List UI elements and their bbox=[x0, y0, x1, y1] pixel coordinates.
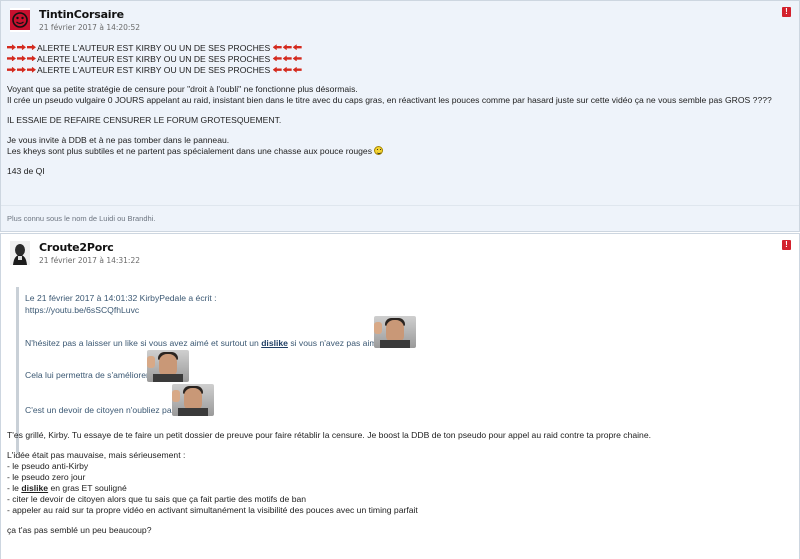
right-arrows-icon bbox=[7, 53, 37, 64]
quote-line: C'est un devoir de citoyen n'oubliez pas bbox=[25, 405, 176, 415]
left-arrows-icon bbox=[272, 53, 303, 64]
post-paragraph: L'idée était pas mauvaise, mais sérieuse… bbox=[7, 450, 186, 460]
quote-line: N'hésitez pas a laisser un like si vous … bbox=[25, 338, 382, 348]
post-header: TintinCorsaire 21 février 2017 à 14:20:5… bbox=[1, 1, 799, 39]
risitas-sticker bbox=[374, 316, 416, 348]
author-name[interactable]: TintinCorsaire bbox=[39, 8, 124, 21]
post-paragraph: T'es grillé, Kirby. Tu essaye de te fair… bbox=[7, 430, 651, 440]
author-name[interactable]: Croute2Porc bbox=[39, 241, 114, 254]
post-paragraph: 143 de QI bbox=[7, 165, 45, 176]
list-item: - le pseudo zero jour bbox=[7, 472, 86, 482]
smiley-icon bbox=[374, 145, 384, 155]
list-item: - citer le devoir de citoyen alors que t… bbox=[7, 494, 307, 504]
post-paragraph: Je vous invite à DDB et à ne pas tomber … bbox=[7, 134, 230, 145]
report-alert-icon[interactable]: ! bbox=[782, 240, 791, 250]
post-paragraph: Voyant que sa petite stratégie de censur… bbox=[7, 83, 358, 94]
forum-post: Croute2Porc 21 février 2017 à 14:31:22 !… bbox=[0, 233, 800, 559]
forum-post: TintinCorsaire 21 février 2017 à 14:20:5… bbox=[0, 0, 800, 232]
left-arrows-icon bbox=[272, 42, 303, 53]
alert-line: ALERTE L'AUTEUR EST KIRBY OU UN DE SES P… bbox=[7, 43, 793, 54]
post-date[interactable]: 21 février 2017 à 14:31:22 bbox=[39, 256, 140, 265]
avatar[interactable] bbox=[10, 8, 30, 32]
report-alert-icon[interactable]: ! bbox=[782, 7, 791, 17]
post-header: Croute2Porc 21 février 2017 à 14:31:22 ! bbox=[1, 234, 799, 272]
left-arrows-icon bbox=[272, 65, 303, 76]
quote-block: Le 21 février 2017 à 14:01:32 KirbyPedal… bbox=[16, 287, 416, 453]
dislike-link[interactable]: dislike bbox=[21, 483, 48, 493]
post-body: ALERTE L'AUTEUR EST KIRBY OU UN DE SES P… bbox=[7, 43, 793, 177]
post-paragraph: IL ESSAIE DE REFAIRE CENSURER LE FORUM G… bbox=[7, 114, 282, 125]
post-signature: Plus connu sous le nom de Luidi ou Brand… bbox=[1, 205, 799, 233]
alert-line: ALERTE L'AUTEUR EST KIRBY OU UN DE SES P… bbox=[7, 54, 793, 65]
quote-header: Le 21 février 2017 à 14:01:32 KirbyPedal… bbox=[25, 293, 217, 303]
youtube-link[interactable]: https://youtu.be/6sSCQfhLuvc bbox=[25, 305, 139, 315]
dislike-link[interactable]: dislike bbox=[261, 338, 288, 348]
post-paragraph: Il crée un pseudo vulgaire 0 JOURS appel… bbox=[7, 94, 772, 105]
post-paragraph: ça t'as pas semblé un peu beaucoup? bbox=[7, 525, 152, 535]
post-date[interactable]: 21 février 2017 à 14:20:52 bbox=[39, 23, 140, 32]
quote-line: Cela lui permettra de s'améliorer bbox=[25, 370, 149, 380]
alert-line: ALERTE L'AUTEUR EST KIRBY OU UN DE SES P… bbox=[7, 65, 793, 76]
right-arrows-icon bbox=[7, 42, 37, 53]
post-paragraph: Les kheys sont plus subtiles et ne parte… bbox=[7, 145, 793, 157]
right-arrows-icon bbox=[7, 65, 37, 76]
list-item: - le dislike en gras ET souligné bbox=[7, 483, 127, 493]
post-body: T'es grillé, Kirby. Tu essaye de te fair… bbox=[7, 430, 793, 536]
risitas-sticker bbox=[147, 350, 189, 382]
signature-text: Plus connu sous le nom de Luidi ou Brand… bbox=[7, 214, 156, 223]
list-item: - le pseudo anti-Kirby bbox=[7, 461, 89, 471]
avatar[interactable] bbox=[10, 241, 30, 265]
list-item: - appeler au raid sur ta propre vidéo en… bbox=[7, 505, 418, 515]
risitas-sticker bbox=[172, 384, 214, 416]
